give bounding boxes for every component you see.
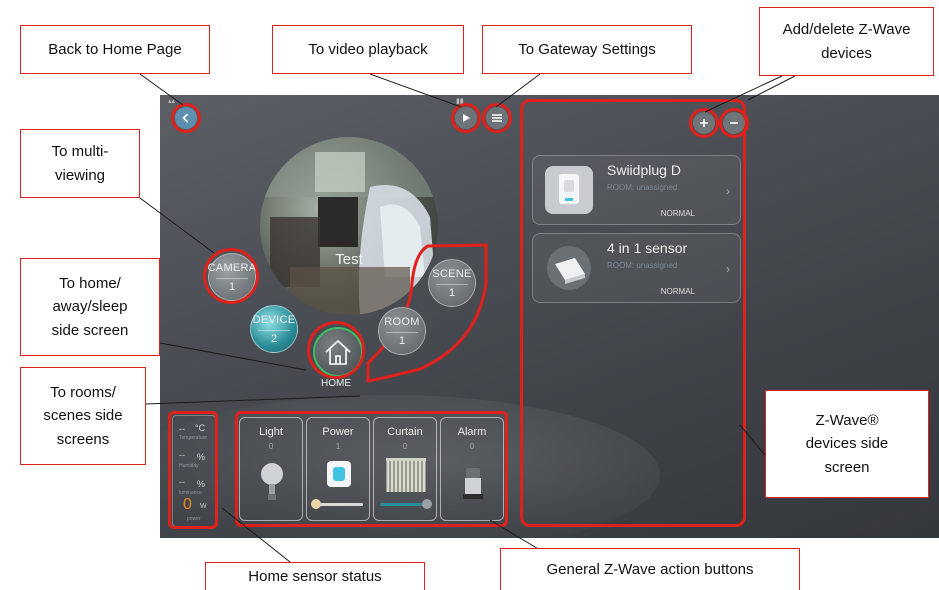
- callout-add-delete: Add/delete Z-Wave devices: [759, 7, 934, 76]
- callout-multi-viewing: To multi-viewing: [20, 129, 140, 198]
- callout-rooms-scenes: To rooms/ scenes side screens: [20, 367, 146, 465]
- callout-gateway-settings: To Gateway Settings: [482, 25, 692, 74]
- leader-menu: [495, 73, 541, 108]
- leader-zwave: [739, 424, 766, 456]
- leader-rooms: [145, 395, 361, 405]
- callout-home-away: To home/ away/sleep side screen: [20, 258, 160, 356]
- leader-add: [704, 75, 783, 113]
- callout-sensor-status: Home sensor status: [205, 562, 425, 590]
- leader-delete: [747, 75, 796, 101]
- callout-action-buttons: General Z-Wave action buttons: [500, 548, 800, 590]
- leader-back: [139, 73, 184, 106]
- callout-zwave-side: Z-Wave® devices side screen: [765, 390, 929, 498]
- leader-multi: [139, 197, 215, 254]
- leader-play: [369, 73, 462, 108]
- callout-video-playback: To video playback: [272, 25, 464, 74]
- leader-sensor: [221, 507, 291, 563]
- callout-back-home: Back to Home Page: [20, 25, 210, 74]
- leader-home: [159, 342, 307, 371]
